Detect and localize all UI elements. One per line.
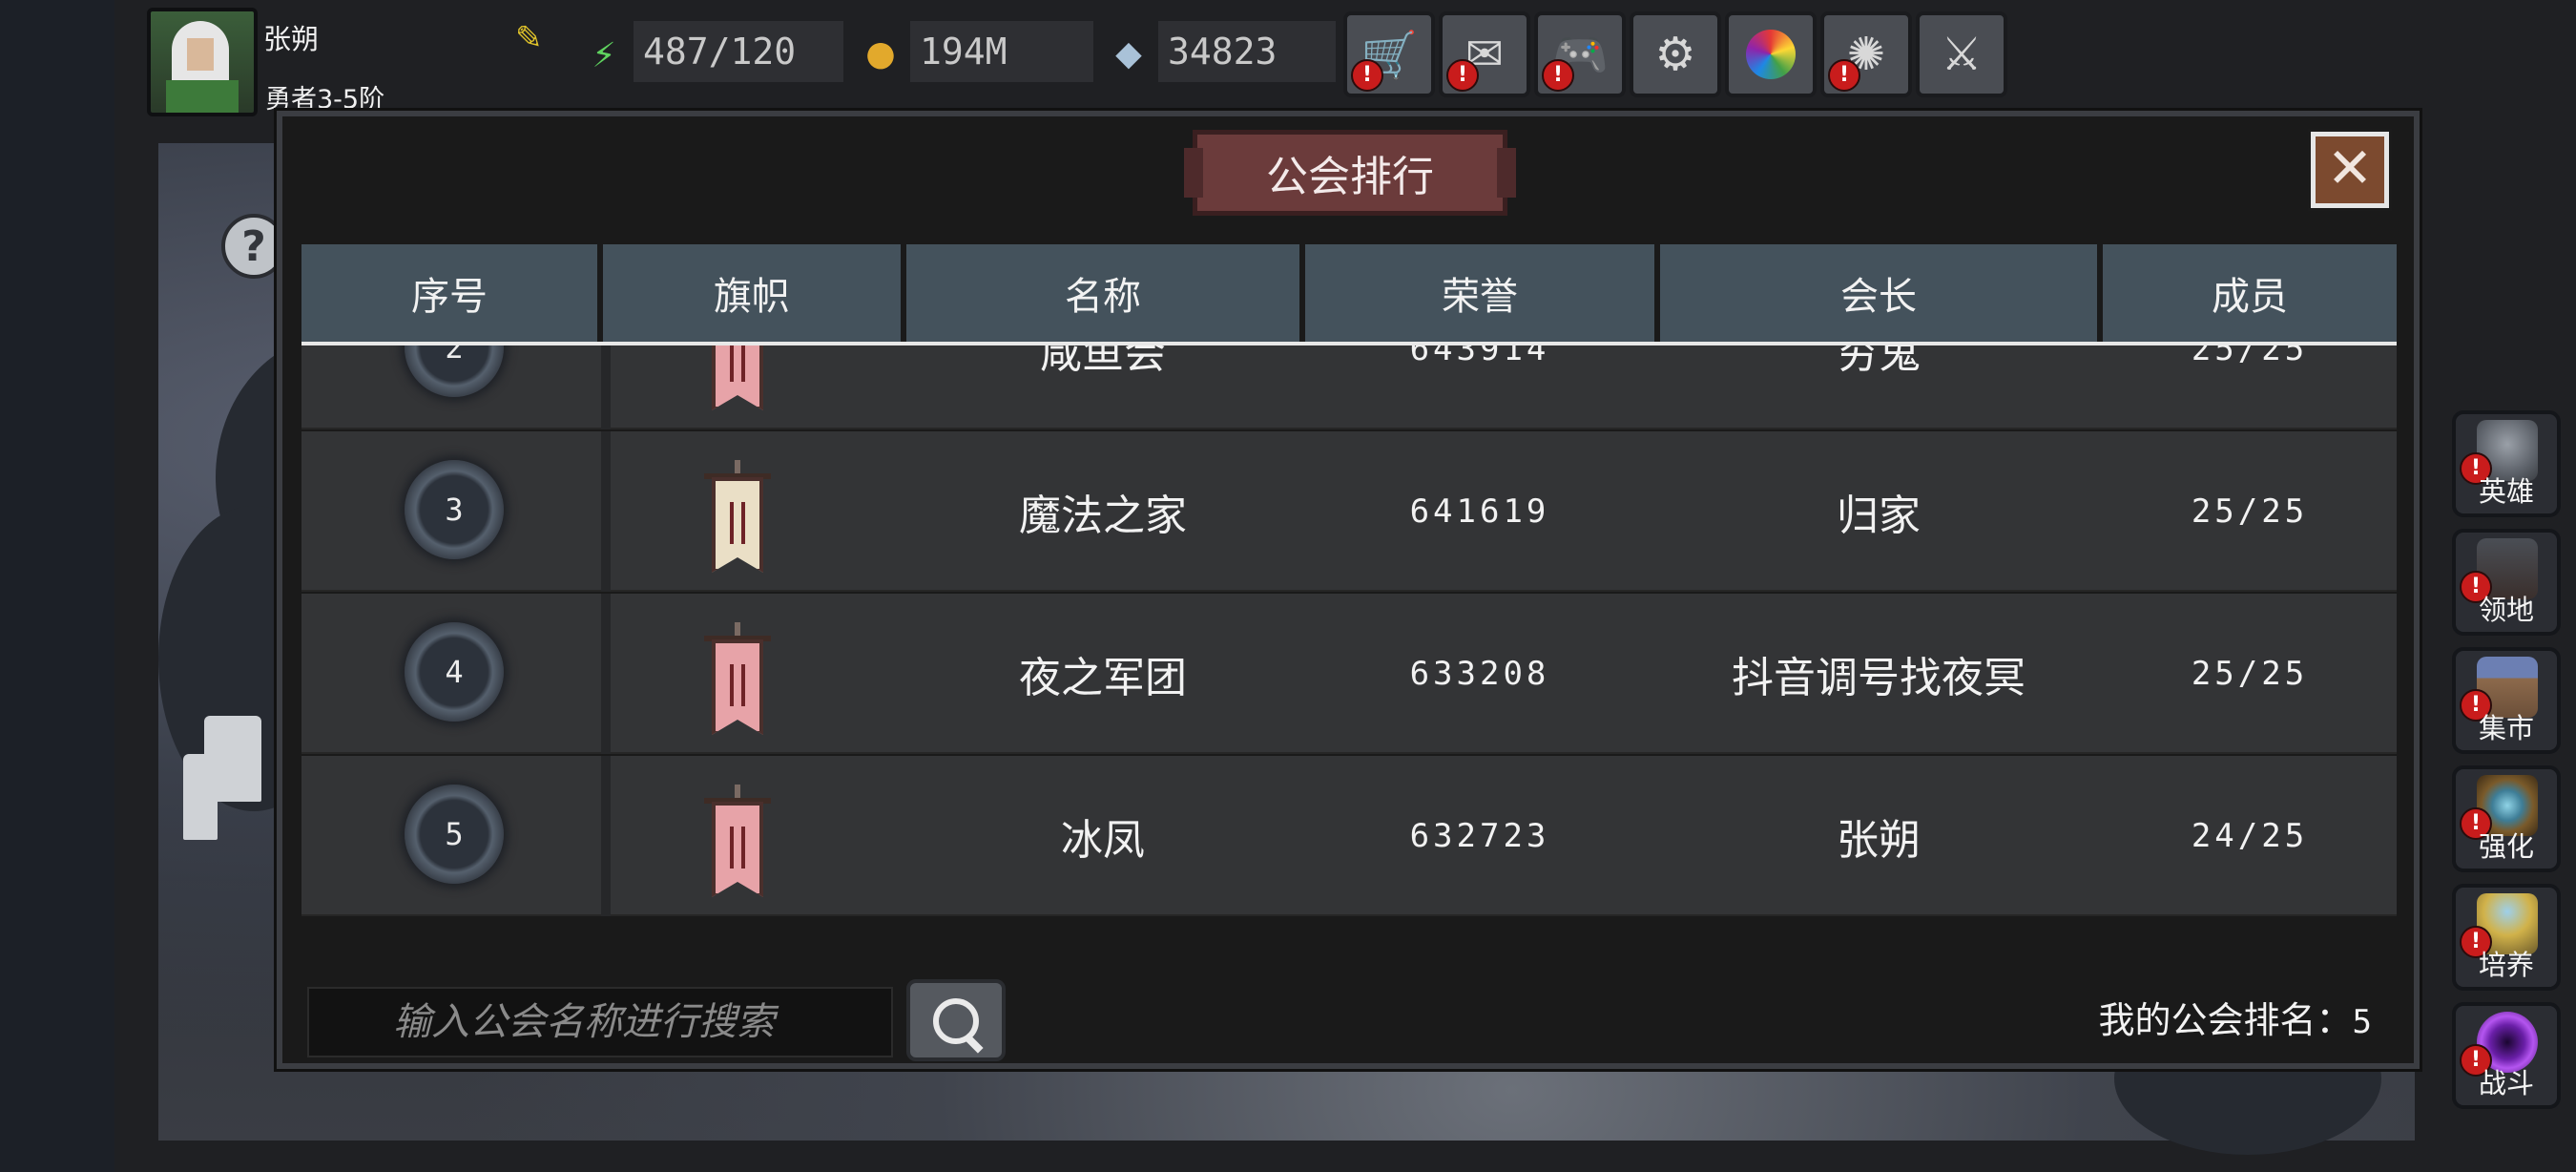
color-wheel-button[interactable] <box>1725 11 1817 97</box>
column-header-members: 成员 <box>2103 244 2397 342</box>
column-header-honor: 荣誉 <box>1305 244 1654 342</box>
side-menu-label: 战斗 <box>2478 1067 2534 1099</box>
my-guild-rank: 我的公会排名：5 <box>2095 991 2373 1043</box>
table-header: 序号 旗帜 名称 荣誉 会长 成员 <box>301 244 2397 345</box>
gold-value: 194M <box>910 21 1093 82</box>
column-header-flag: 旗帜 <box>603 244 901 342</box>
left-border <box>0 0 114 1172</box>
guild-leader: 张朔 <box>1837 816 1921 865</box>
side-menu-label: 集市 <box>2478 712 2534 744</box>
gold-coin-icon: ● <box>865 34 896 73</box>
energy-icon: ⚡ <box>592 36 616 75</box>
rank-badge: 3 <box>405 460 504 559</box>
guild-list[interactable]: 2 咸鱼会 643914 穷鬼 25/25 3 魔法之家 641619 归家 2… <box>301 345 2397 920</box>
guild-members: 25/25 <box>2191 492 2309 531</box>
guild-leader: 归家 <box>1837 492 1921 540</box>
battle-swords-button[interactable]: ⚔ <box>1916 11 2007 97</box>
guild-flag-icon <box>712 345 763 410</box>
guild-flag-icon <box>704 622 771 735</box>
rank-badge: 4 <box>405 622 504 722</box>
rank-badge: 5 <box>405 785 504 884</box>
fireworks-button[interactable]: ✺ ! <box>1820 11 1912 97</box>
side-menu-label: 强化 <box>2478 830 2534 863</box>
side-menu-battle[interactable]: ! 战斗 <box>2452 1002 2561 1109</box>
edit-name-icon[interactable]: ✎ <box>515 19 553 57</box>
player-name: 张朔 <box>263 23 320 55</box>
guild-leader: 抖音调号找夜冥 <box>1732 654 2025 702</box>
guild-honor: 641619 <box>1409 492 1550 531</box>
diamond-value: 34823 <box>1158 21 1336 82</box>
guild-flag-icon <box>704 460 771 573</box>
guild-name: 魔法之家 <box>1019 492 1187 540</box>
alert-badge: ! <box>1828 59 1860 92</box>
search-button[interactable] <box>906 979 1006 1061</box>
rank-badge: 2 <box>405 345 504 397</box>
settings-button[interactable]: ⚙ <box>1630 11 1721 97</box>
guild-honor: 633208 <box>1409 655 1550 693</box>
guild-name: 冰凤 <box>1061 816 1145 865</box>
table-row[interactable]: 5 冰凤 632723 张朔 24/25 <box>301 756 2397 916</box>
table-row[interactable]: 3 魔法之家 641619 归家 25/25 <box>301 431 2397 592</box>
player-avatar[interactable] <box>147 8 258 116</box>
close-button[interactable]: ✕ <box>2308 129 2392 211</box>
guild-members: 25/25 <box>2191 345 2309 368</box>
column-header-index: 序号 <box>301 244 597 342</box>
side-menu-label: 英雄 <box>2478 475 2534 508</box>
settings-gear-icon: ⚙ <box>1654 28 1696 81</box>
crossed-swords-icon: ⚔ <box>1941 28 1983 81</box>
guild-ranking-dialog: 公会排行 ✕ 序号 旗帜 名称 荣誉 会长 成员 2 咸鱼会 643914 穷鬼… <box>277 111 2420 1069</box>
close-icon: ✕ <box>2326 136 2374 200</box>
guild-members: 25/25 <box>2191 655 2309 693</box>
my-guild-rank-label: 我的公会排名： <box>2098 999 2353 1041</box>
color-wheel-icon <box>1746 30 1796 79</box>
shop-button[interactable]: 🛒 ! <box>1343 11 1435 97</box>
guild-name: 咸鱼会 <box>1040 345 1166 378</box>
guild-honor: 643914 <box>1409 345 1550 368</box>
alert-badge: ! <box>1351 59 1383 92</box>
side-menu-train[interactable]: ! 培养 <box>2452 884 2561 991</box>
diamond-icon: ◆ <box>1115 34 1142 73</box>
mail-button[interactable]: ✉ ! <box>1439 11 1530 97</box>
guild-name: 夜之军团 <box>1019 654 1187 702</box>
guild-flag-icon <box>704 785 771 897</box>
alert-badge: ! <box>1542 59 1574 92</box>
guild-members: 24/25 <box>2191 817 2309 855</box>
alert-badge: ! <box>1446 59 1479 92</box>
energy-value: 487/120 <box>634 21 843 82</box>
table-row[interactable]: 4 夜之军团 633208 抖音调号找夜冥 25/25 <box>301 594 2397 754</box>
guild-leader: 穷鬼 <box>1837 345 1921 378</box>
guild-honor: 632723 <box>1409 817 1550 855</box>
side-menu-enhance[interactable]: ! 强化 <box>2452 765 2561 872</box>
column-header-name: 名称 <box>906 244 1299 342</box>
guild-search-input[interactable]: 输入公会名称进行搜索 <box>307 987 893 1057</box>
side-menu-market[interactable]: ! 集市 <box>2452 647 2561 754</box>
column-header-leader: 会长 <box>1660 244 2097 342</box>
side-menu-label: 培养 <box>2478 949 2534 981</box>
dialog-title: 公会排行 <box>1184 130 1516 216</box>
side-menu-label: 领地 <box>2478 594 2534 626</box>
my-guild-rank-value: 5 <box>2352 1003 2372 1041</box>
side-menu-territory[interactable]: ! 领地 <box>2452 529 2561 636</box>
side-menu-hero[interactable]: ! 英雄 <box>2452 410 2561 517</box>
table-row[interactable]: 2 咸鱼会 643914 穷鬼 25/25 <box>301 345 2397 429</box>
gamepad-button[interactable]: 🎮 ! <box>1534 11 1626 97</box>
